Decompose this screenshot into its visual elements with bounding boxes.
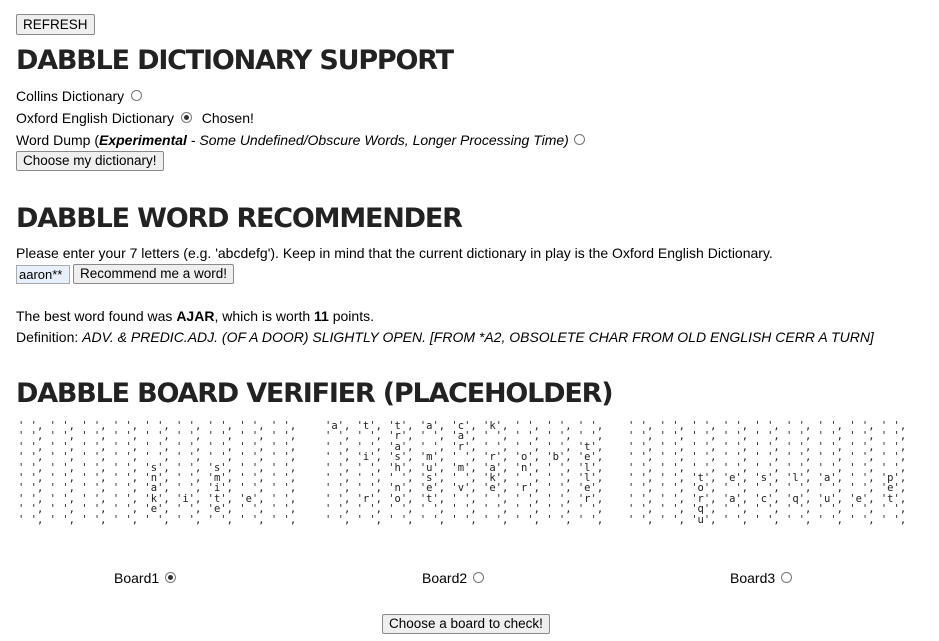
board2-radio[interactable]: [473, 571, 485, 583]
word-dump-label-prefix: Word Dump (: [16, 132, 99, 148]
dictionary-option-oxford: Oxford English Dictionary Chosen!: [16, 110, 254, 126]
result-line: The best word found was AJAR, which is w…: [16, 308, 374, 324]
board3-option: Board3: [730, 570, 793, 586]
result-mid: , which is worth: [214, 308, 315, 324]
board3-label: Board3: [730, 570, 776, 586]
board1-option: Board1: [114, 570, 177, 586]
recommend-button[interactable]: Recommend me a word!: [73, 264, 235, 284]
board3-radio[interactable]: [781, 571, 793, 583]
board3-row: ' ', ' ', 'u', ' ', ' ', ' ', ' ', ' ', …: [628, 513, 907, 526]
word-dump-label-bold: Experimental: [98, 132, 187, 148]
result-suffix: points.: [328, 308, 374, 324]
collins-label: Collins Dictionary: [16, 88, 125, 104]
dictionary-option-word-dump: Word Dump (Experimental - Some Undefined…: [16, 132, 585, 148]
verifier-section-title: DABBLE BOARD VERIFIER (PLACEHOLDER): [16, 378, 614, 409]
board2-option: Board2: [422, 570, 485, 586]
result-word: AJAR: [176, 308, 215, 324]
board2-row: ' ', ' ', ' ', ' ', ' ', ' ', ' ', ' ', …: [325, 513, 604, 526]
dictionary-option-collins: Collins Dictionary: [16, 88, 143, 104]
result-points: 11: [314, 308, 329, 324]
oxford-label: Oxford English Dictionary: [16, 110, 174, 126]
definition-text: ADV. & PREDIC.ADJ. (OF A DOOR) SLIGHTLY …: [82, 329, 874, 345]
check-board-button[interactable]: Choose a board to check!: [382, 614, 550, 634]
board1-label: Board1: [114, 570, 160, 586]
board2-grid: 'a', 't', 't', 'a', 'c', 'k', ' ', ' ', …: [325, 421, 603, 525]
word-dump-radio[interactable]: [573, 133, 585, 145]
recommender-section-title: DABBLE WORD RECOMMENDER: [16, 203, 463, 234]
recommender-instructions: Please enter your 7 letters (e.g. 'abcde…: [16, 245, 773, 261]
choose-dictionary-button[interactable]: Choose my dictionary!: [16, 151, 164, 171]
collins-radio[interactable]: [131, 89, 143, 101]
board1-grid: ' ', ' ', ' ', ' ', ' ', ' ', ' ', ' ', …: [18, 421, 296, 525]
oxford-radio[interactable]: [180, 111, 192, 123]
word-dump-label-rest: - Some Undefined/Obscure Words, Longer P…: [186, 132, 569, 148]
letters-input[interactable]: [16, 265, 70, 284]
board1-radio[interactable]: [165, 571, 177, 583]
definition-line: Definition: ADV. & PREDIC.ADJ. (OF A DOO…: [16, 329, 874, 345]
chosen-status: Chosen!: [201, 110, 254, 126]
definition-label: Definition:: [16, 329, 83, 345]
result-prefix: The best word found was: [16, 308, 177, 324]
refresh-button[interactable]: REFRESH: [16, 14, 95, 35]
dictionary-section-title: DABBLE DICTIONARY SUPPORT: [16, 45, 454, 76]
board1-row: ' ', ' ', ' ', ' ', ' ', ' ', ' ', ' ', …: [18, 513, 297, 526]
board2-label: Board2: [422, 570, 468, 586]
board3-grid: ' ', ' ', ' ', ' ', ' ', ' ', ' ', ' ', …: [628, 421, 906, 525]
